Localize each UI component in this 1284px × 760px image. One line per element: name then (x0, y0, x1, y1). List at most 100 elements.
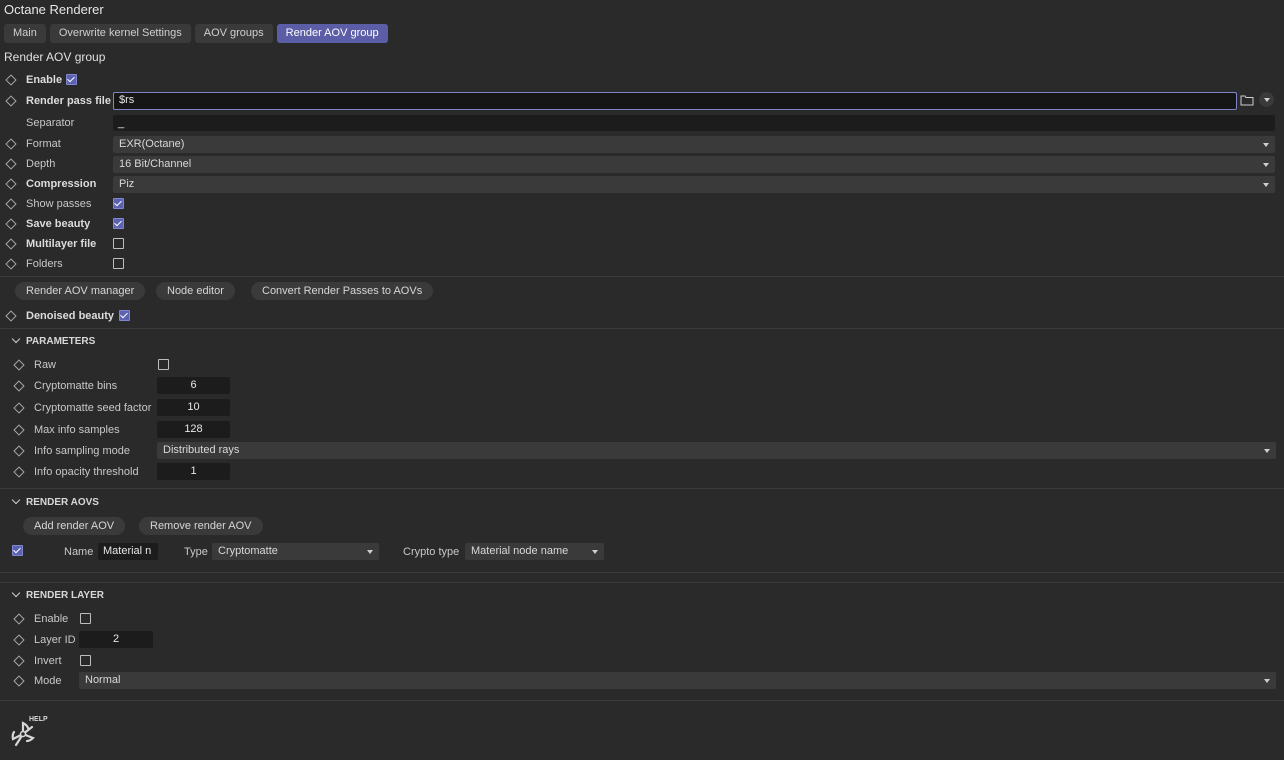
crypto-type-dropdown[interactable]: Material node name (465, 543, 604, 560)
divider (0, 572, 1284, 573)
show-passes-label: Show passes (26, 198, 92, 210)
folders-label: Folders (26, 258, 63, 270)
tab-main[interactable]: Main (4, 24, 46, 43)
format-value: EXR(Octane) (119, 138, 185, 150)
chevron-down-icon (1263, 143, 1269, 147)
crypto-type-value: Material node name (471, 545, 569, 557)
max-info-samples-label: Max info samples (34, 424, 120, 436)
keyframe-diamond-icon[interactable] (5, 178, 17, 190)
aov-type-value: Cryptomatte (218, 545, 278, 557)
keyframe-diamond-icon[interactable] (5, 198, 17, 210)
raw-label: Raw (34, 359, 57, 371)
keyframe-diamond-icon[interactable] (13, 424, 25, 436)
section-title: Render AOV group (4, 50, 106, 64)
info-opacity-threshold-label: Info opacity threshold (34, 466, 139, 478)
tab-aov-groups[interactable]: AOV groups (194, 24, 273, 43)
keyframe-diamond-icon[interactable] (13, 402, 25, 414)
enable-checkbox[interactable] (66, 74, 77, 85)
separator-label: Separator (26, 117, 75, 129)
app-title: Octane Renderer (4, 2, 104, 17)
divider (0, 276, 1284, 277)
chevron-down-icon (1264, 449, 1270, 453)
parameters-heading[interactable]: PARAMETERS (26, 336, 95, 347)
denoised-beauty-checkbox[interactable] (119, 310, 130, 321)
chevron-down-icon[interactable] (11, 495, 21, 505)
render-aov-enable-checkbox[interactable] (12, 545, 23, 556)
render-layer-heading[interactable]: RENDER LAYER (26, 590, 104, 601)
divider (0, 488, 1284, 489)
format-dropdown[interactable]: EXR(Octane) (113, 136, 1275, 153)
folders-checkbox[interactable] (113, 258, 124, 269)
tab-overwrite-kernel-settings[interactable]: Overwrite kernel Settings (49, 24, 191, 43)
folder-icon[interactable] (1240, 94, 1254, 106)
node-editor-button[interactable]: Node editor (156, 282, 235, 300)
octane-logo-icon[interactable] (8, 719, 38, 749)
show-passes-checkbox[interactable] (113, 198, 124, 209)
tab-bar: Main Overwrite kernel Settings AOV group… (4, 24, 388, 43)
info-sampling-mode-label: Info sampling mode (34, 445, 130, 457)
invert-label: Invert (34, 655, 62, 667)
keyframe-diamond-icon[interactable] (13, 634, 25, 646)
format-label: Format (26, 138, 61, 150)
keyframe-diamond-icon[interactable] (5, 95, 17, 107)
info-opacity-threshold-input[interactable]: 1 (157, 463, 230, 480)
compression-dropdown[interactable]: Piz (113, 176, 1275, 193)
keyframe-diamond-icon[interactable] (13, 466, 25, 478)
layer-enable-checkbox[interactable] (80, 613, 91, 624)
chevron-down-icon[interactable] (11, 588, 21, 598)
chevron-down-icon (1263, 183, 1269, 187)
divider (0, 582, 1284, 583)
keyframe-diamond-icon[interactable] (5, 218, 17, 230)
chevron-down-icon (1264, 679, 1270, 683)
info-sampling-mode-dropdown[interactable]: Distributed rays (157, 442, 1276, 459)
cryptomatte-bins-input[interactable]: 6 (157, 377, 230, 394)
convert-render-passes-button[interactable]: Convert Render Passes to AOVs (251, 282, 434, 300)
keyframe-diamond-icon[interactable] (13, 613, 25, 625)
keyframe-diamond-icon[interactable] (5, 258, 17, 270)
keyframe-diamond-icon[interactable] (13, 359, 25, 371)
keyframe-diamond-icon[interactable] (13, 655, 25, 667)
keyframe-diamond-icon[interactable] (5, 158, 17, 170)
mode-dropdown[interactable]: Normal (79, 672, 1276, 689)
max-info-samples-input[interactable]: 128 (157, 421, 230, 438)
keyframe-diamond-icon[interactable] (5, 74, 17, 86)
enable-label: Enable (26, 74, 63, 86)
raw-checkbox[interactable] (158, 359, 169, 370)
render-pass-file-label: Render pass file (26, 95, 111, 107)
save-beauty-label: Save beauty (26, 218, 91, 230)
cryptomatte-seed-factor-input[interactable]: 10 (157, 399, 230, 416)
depth-dropdown[interactable]: 16 Bit/Channel (113, 156, 1275, 173)
denoised-beauty-label: Denoised beauty (26, 310, 115, 322)
tab-render-aov-group[interactable]: Render AOV group (276, 24, 388, 43)
chevron-down-icon[interactable] (11, 334, 21, 344)
layer-id-input[interactable]: 2 (79, 631, 153, 648)
keyframe-diamond-icon[interactable] (5, 138, 17, 150)
render-pass-file-input[interactable]: $rs (113, 92, 1237, 110)
keyframe-diamond-icon[interactable] (5, 238, 17, 250)
render-aov-manager-button[interactable]: Render AOV manager (15, 282, 146, 300)
compression-label: Compression (26, 178, 97, 190)
render-aovs-heading[interactable]: RENDER AOVS (26, 497, 99, 508)
separator-input[interactable]: _ (113, 115, 1275, 131)
chevron-down-icon (1263, 163, 1269, 167)
layer-id-label: Layer ID (34, 634, 76, 646)
keyframe-diamond-icon[interactable] (5, 310, 17, 322)
keyframe-diamond-icon[interactable] (13, 445, 25, 457)
multilayer-file-checkbox[interactable] (113, 238, 124, 249)
cryptomatte-bins-label: Cryptomatte bins (34, 380, 118, 392)
keyframe-diamond-icon[interactable] (13, 675, 25, 687)
aov-type-label: Type (184, 546, 208, 558)
cryptomatte-seed-factor-label: Cryptomatte seed factor (34, 402, 152, 414)
remove-render-aov-button[interactable]: Remove render AOV (139, 517, 263, 535)
divider (0, 700, 1284, 701)
depth-value: 16 Bit/Channel (119, 158, 192, 170)
invert-checkbox[interactable] (80, 655, 91, 666)
crypto-type-label: Crypto type (403, 546, 460, 558)
keyframe-diamond-icon[interactable] (13, 380, 25, 392)
aov-name-input[interactable]: Material n (98, 543, 158, 560)
add-render-aov-button[interactable]: Add render AOV (23, 517, 126, 535)
save-beauty-checkbox[interactable] (113, 218, 124, 229)
aov-type-dropdown[interactable]: Cryptomatte (212, 543, 379, 560)
depth-label: Depth (26, 158, 56, 170)
options-menu-button[interactable] (1259, 92, 1274, 107)
